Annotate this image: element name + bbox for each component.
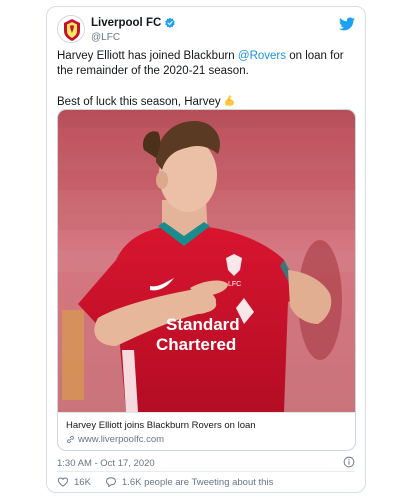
link-url[interactable]: www.liverpoolfc.com xyxy=(78,434,164,445)
flexed-biceps-emoji xyxy=(224,95,234,106)
shirt-sponsor-line-1: Standard xyxy=(166,315,240,334)
twitter-bird-icon[interactable] xyxy=(339,17,355,31)
verified-badge-icon xyxy=(165,17,176,28)
link-preview-footer[interactable]: Harvey Elliott joins Blackburn Rovers on… xyxy=(58,412,355,450)
player-photo[interactable]: LFC Standard Chartered xyxy=(58,110,356,412)
name-row: Liverpool FC xyxy=(91,17,176,29)
link-icon xyxy=(67,435,74,444)
shirt-crest-text: LFC xyxy=(228,281,241,288)
tweet-line-1: Harvey Elliott has joined Blackburn @Rov… xyxy=(57,49,357,79)
tweeting-count: 1.6K people are Tweeting about this xyxy=(121,476,274,488)
tweet-actions: 16K 1.6K people are Tweeting about this xyxy=(57,476,273,488)
reply-bubble-icon xyxy=(105,477,116,487)
tweet-text-part: Best of luck this season, Harvey xyxy=(57,96,221,108)
heart-icon xyxy=(57,477,69,487)
tweet-line-2: Best of luck this season, Harvey xyxy=(57,94,357,110)
tweet-text-part: Harvey Elliott has joined Blackburn xyxy=(57,50,238,62)
link-title[interactable]: Harvey Elliott joins Blackburn Rovers on… xyxy=(66,420,256,431)
like-count: 16K xyxy=(74,476,91,488)
tweet-text: Harvey Elliott has joined Blackburn @Rov… xyxy=(57,49,357,110)
tweet-timestamp[interactable]: 1:30 AM - Oct 17, 2020 xyxy=(57,458,155,469)
divider xyxy=(57,471,355,472)
avatar[interactable] xyxy=(57,15,85,43)
mention-link[interactable]: @Rovers xyxy=(238,50,286,62)
handle[interactable]: @LFC xyxy=(91,32,120,43)
shirt-sponsor-line-2: Chartered xyxy=(156,335,236,354)
tweet-card[interactable]: Liverpool FC @LFC Harvey Elliott has joi… xyxy=(46,6,366,493)
info-icon[interactable] xyxy=(343,456,355,468)
lfc-crest-icon xyxy=(58,16,84,42)
link-url-row: www.liverpoolfc.com xyxy=(66,434,164,445)
link-preview-card[interactable]: LFC Standard Chartered Harvey Elliott jo… xyxy=(57,109,356,451)
tweet-header: Liverpool FC @LFC xyxy=(57,15,355,51)
conversation-link[interactable]: 1.6K people are Tweeting about this xyxy=(105,476,273,488)
display-name[interactable]: Liverpool FC xyxy=(91,17,161,29)
like-button[interactable]: 16K xyxy=(57,476,91,488)
